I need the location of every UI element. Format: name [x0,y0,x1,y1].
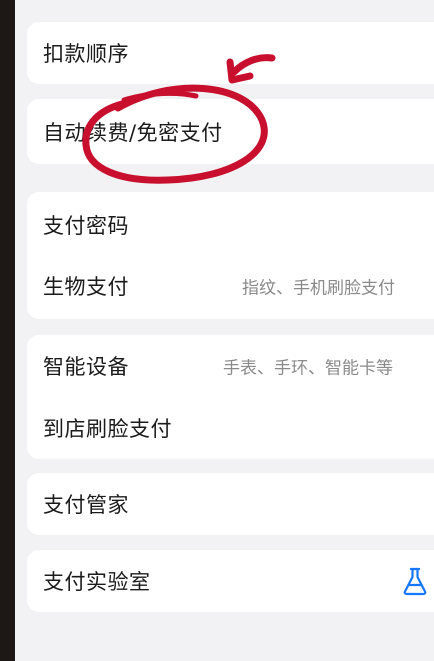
settings-group-devices: 智能设备 手表、手环、智能卡等 到店刷脸支付 [27,335,434,459]
settings-group-deduction: 扣款顺序 [27,22,434,84]
smart-devices-row[interactable]: 智能设备 手表、手环、智能卡等 [27,335,434,397]
settings-group-lab: 支付实验室 [27,550,434,612]
payment-lab-row[interactable]: 支付实验室 [27,550,434,612]
payment-password-row[interactable]: 支付密码 [27,194,434,256]
payment-password-label: 支付密码 [43,214,129,238]
settings-group-security: 支付密码 生物支付 指纹、手机刷脸支付 [27,192,434,319]
biometric-payment-label: 生物支付 [43,275,129,299]
settings-group-butler: 支付管家 [27,473,434,535]
payment-settings-screen: 扣款顺序 自动续费/免密支付 支付密码 生物支付 指纹、手机刷脸支付 智能设备 … [15,0,434,661]
biometric-payment-row[interactable]: 生物支付 指纹、手机刷脸支付 [27,255,434,317]
deduction-order-label: 扣款顺序 [43,42,129,66]
device-frame: 扣款顺序 自动续费/免密支付 支付密码 生物支付 指纹、手机刷脸支付 智能设备 … [0,0,434,661]
auto-renew-label: 自动续费/免密支付 [43,120,223,145]
deduction-order-row[interactable]: 扣款顺序 [27,22,434,84]
settings-group-auto-renew: 自动续费/免密支付 [27,99,434,164]
payment-butler-row[interactable]: 支付管家 [27,473,434,535]
auto-renew-row[interactable]: 自动续费/免密支付 [27,99,434,164]
flask-icon [403,567,427,596]
in-store-face-pay-label: 到店刷脸支付 [43,417,172,441]
in-store-face-pay-row[interactable]: 到店刷脸支付 [27,397,434,459]
payment-lab-label: 支付实验室 [43,570,151,594]
smart-devices-label: 智能设备 [43,355,129,379]
smart-devices-value: 手表、手环、智能卡等 [223,358,393,379]
payment-butler-label: 支付管家 [43,493,129,517]
biometric-payment-value: 指纹、手机刷脸支付 [242,278,395,299]
